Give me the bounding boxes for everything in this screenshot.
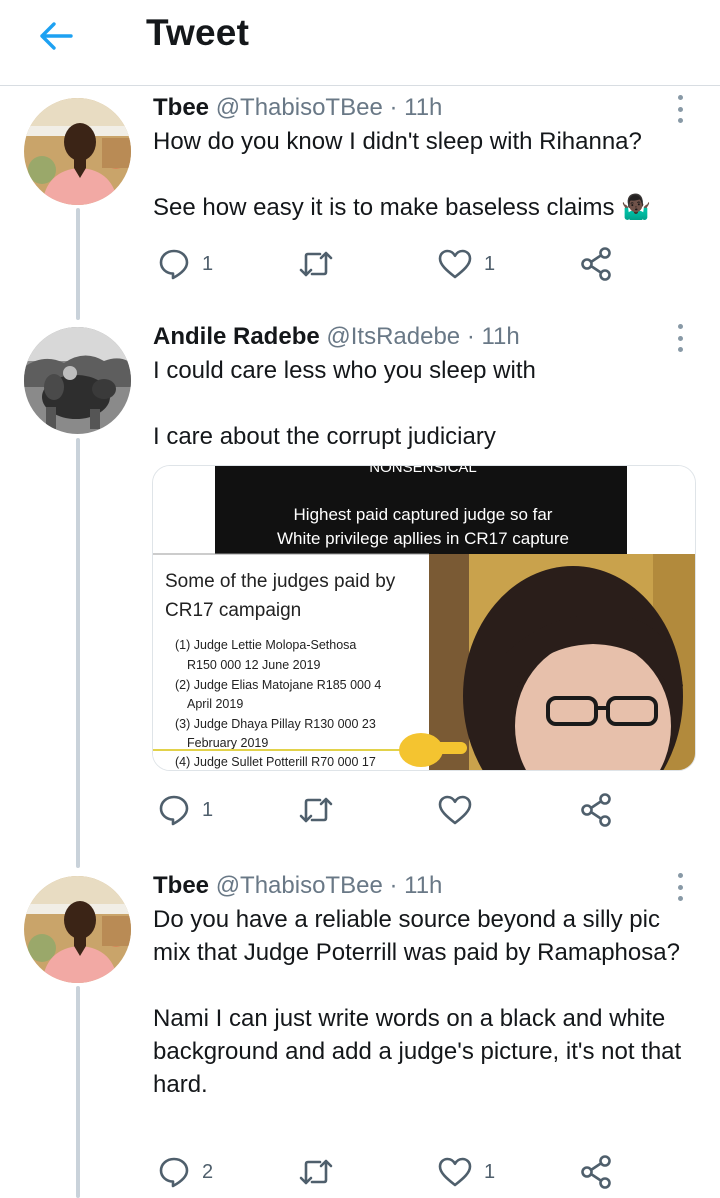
share-button[interactable]	[580, 1152, 612, 1192]
thread-line	[76, 438, 80, 868]
like-button[interactable]: 1	[438, 1152, 495, 1192]
more-options-button[interactable]	[668, 321, 692, 355]
heart-icon	[438, 249, 472, 279]
back-arrow-icon	[40, 22, 73, 50]
like-button[interactable]: 1	[438, 244, 495, 284]
share-icon	[581, 1155, 611, 1189]
reply-count: 1	[202, 798, 214, 821]
more-options-button[interactable]	[668, 870, 692, 904]
reply-icon	[159, 249, 189, 280]
media-banner-line1: Highest paid captured judge so far	[294, 505, 553, 524]
media-item-2-detail: April 2019	[187, 697, 243, 711]
reply-count: 1	[202, 252, 214, 275]
heart-icon	[438, 795, 472, 825]
avatar[interactable]	[24, 876, 131, 983]
retweet-icon	[299, 797, 333, 823]
heart-icon	[438, 1157, 472, 1187]
media-banner-line2: White privilege apllies in CR17 capture	[277, 529, 569, 548]
share-icon	[581, 247, 611, 281]
tweet-text: I could care less who you sleep with I c…	[153, 357, 536, 450]
timestamp[interactable]: 11h	[404, 872, 442, 899]
media-item-1: (1) Judge Lettie Molopa-Sethosa	[175, 638, 356, 652]
retweet-icon	[299, 1159, 333, 1185]
reply-button[interactable]: 1	[158, 790, 213, 830]
thread-line	[76, 986, 80, 1198]
thread-line	[76, 208, 80, 320]
media-item-3: (3) Judge Dhaya Pillay R130 000 23	[175, 717, 376, 731]
separator: ·	[382, 872, 405, 899]
reply-icon	[159, 1157, 189, 1188]
media-item-4: (4) Judge Sullet Potterill R70 000 17	[175, 755, 376, 769]
retweet-button[interactable]	[298, 244, 334, 284]
reply-icon	[159, 795, 189, 826]
app-header: Tweet	[0, 0, 720, 86]
author-name[interactable]: Tbee	[153, 872, 209, 899]
separator: ·	[460, 323, 482, 350]
author-handle[interactable]: @ThabisoTBee	[216, 872, 383, 899]
media-heading-line1: Some of the judges paid by	[165, 571, 396, 592]
reply-button[interactable]: 2	[158, 1152, 213, 1192]
media-heading-line2: CR17 campaign	[165, 600, 301, 621]
author-handle[interactable]: @ThabisoTBee	[216, 94, 383, 121]
like-button[interactable]	[438, 790, 484, 830]
page-title: Tweet	[146, 12, 250, 53]
share-button[interactable]	[580, 790, 612, 830]
media-item-2: (2) Judge Elias Matojane R185 000 4	[175, 678, 381, 692]
author-handle[interactable]: @ItsRadebe	[326, 323, 460, 350]
avatar[interactable]	[24, 327, 131, 434]
separator: ·	[382, 94, 405, 121]
timestamp[interactable]: 11h	[481, 323, 519, 350]
media-banner-top: NONSENSICAL	[369, 466, 477, 476]
tweet-text: Do you have a reliable source beyond a s…	[153, 906, 682, 1098]
tweet-header: Tbee @ThabisoTBee · 11h	[153, 872, 442, 900]
tweet-image[interactable]: NONSENSICAL Highest paid captured judge …	[152, 465, 696, 771]
timestamp[interactable]: 11h	[404, 94, 442, 121]
more-options-button[interactable]	[668, 92, 692, 126]
retweet-button[interactable]	[298, 790, 334, 830]
author-name[interactable]: Tbee	[153, 94, 209, 121]
retweet-icon	[299, 251, 333, 277]
like-count: 1	[484, 1160, 496, 1183]
share-button[interactable]	[580, 244, 612, 284]
tweet-header: Andile Radebe @ItsRadebe · 11h	[153, 323, 520, 351]
share-icon	[581, 793, 611, 827]
reply-button[interactable]: 1	[158, 244, 213, 284]
tweet-header: Tbee @ThabisoTBee · 11h	[153, 94, 442, 122]
avatar[interactable]	[24, 98, 131, 205]
reply-count: 2	[202, 1160, 214, 1183]
retweet-button[interactable]	[298, 1152, 334, 1192]
media-item-3-detail: February 2019	[187, 736, 268, 750]
back-button[interactable]	[28, 14, 84, 58]
tweet-text: How do you know I didn't sleep with Riha…	[153, 128, 652, 221]
media-item-1-detail: R150 000 12 June 2019	[187, 658, 320, 672]
like-count: 1	[484, 252, 496, 275]
author-name[interactable]: Andile Radebe	[153, 323, 320, 350]
